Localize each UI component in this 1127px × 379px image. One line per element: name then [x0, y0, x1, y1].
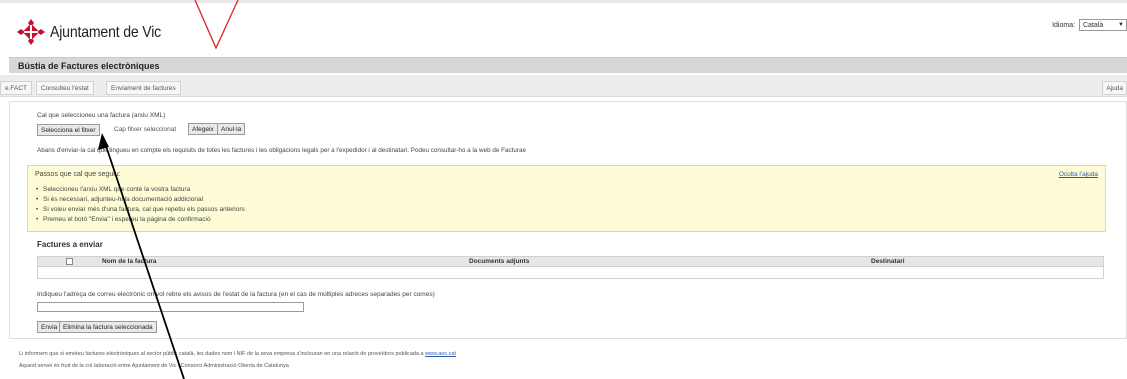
column-invoice-name[interactable]: Nom de la factura: [102, 258, 157, 265]
language-selector: Idioma: Català ▼: [1052, 19, 1127, 31]
page-title-bar: Bústia de Factures electròniques: [9, 57, 1127, 73]
invoices-section-title: Factures a enviar: [37, 240, 103, 249]
footer-collaboration: Aquest servei és fruit de la col·laborac…: [19, 363, 289, 369]
help-steps-list: Seleccioneu l'arxiu XML que conté la vos…: [36, 185, 245, 225]
send-button[interactable]: Envia: [37, 321, 62, 333]
tab-check-status[interactable]: Consulteu l'estat: [36, 81, 94, 95]
help-step: Seleccioneu l'arxiu XML que conté la vos…: [36, 185, 245, 195]
email-label: Indiqueu l'adreça de correu electrònic o…: [37, 291, 435, 298]
footer: Li informem que si emeteu factures elect…: [0, 345, 1127, 379]
table-header: Nom de la factura Documents adjunts Dest…: [38, 257, 1103, 267]
footer-notice-text: Li informem que si emeteu factures elect…: [19, 351, 424, 357]
help-step: Si voleu enviar més d'una factura, cal q…: [36, 205, 245, 215]
help-box-title: Passos que cal que seguiu:: [35, 171, 121, 178]
column-attachments[interactable]: Documents adjunts: [469, 258, 529, 265]
language-select[interactable]: Català ▼: [1079, 19, 1127, 31]
no-file-selected-text: Cap fitxer seleccionat: [114, 126, 177, 133]
delete-invoice-button[interactable]: Elimina la factura seleccionada: [59, 321, 157, 333]
help-step: Premeu el botó "Envia" i espereu la pàgi…: [36, 215, 245, 225]
language-value: Català: [1083, 22, 1104, 29]
tab-bar: e.FACT Consulteu l'estat Enviament de fa…: [0, 75, 1127, 97]
cancel-button[interactable]: Anul·la: [217, 123, 246, 135]
page-title: Bústia de Factures electròniques: [18, 61, 160, 71]
site-logo-text[interactable]: Ajuntament de Vic: [50, 24, 161, 42]
invoices-table: Nom de la factura Documents adjunts Dest…: [37, 256, 1104, 279]
help-tab[interactable]: Ajuda: [1102, 81, 1127, 95]
tab-send-invoices[interactable]: Enviament de factures: [106, 81, 181, 95]
dropdown-caret-icon: ▼: [1118, 22, 1124, 28]
add-button[interactable]: Afegeix: [188, 123, 218, 135]
upload-instruction: Cal que seleccioneu una factura (arxiu X…: [37, 112, 166, 119]
footer-notice: Li informem que si emeteu factures elect…: [19, 351, 456, 357]
legal-notice: Abans d'enviar-la cal que tingueu en com…: [37, 147, 526, 154]
help-step: Si és necessari, adjunteu-hi la document…: [36, 195, 245, 205]
city-logo-icon: [17, 19, 45, 45]
header: Ajuntament de Vic Idioma: Català ▼: [0, 3, 1127, 53]
email-input[interactable]: [37, 302, 304, 312]
hide-help-link[interactable]: Oculta l'ajuda: [1059, 171, 1098, 178]
select-all-checkbox[interactable]: [66, 258, 73, 265]
tab-efact[interactable]: e.FACT: [0, 81, 33, 95]
language-label: Idioma:: [1052, 22, 1076, 29]
help-box: Passos que cal que seguiu: Oculta l'ajud…: [27, 165, 1106, 232]
column-recipient[interactable]: Destinatari: [871, 258, 905, 265]
select-file-button[interactable]: Selecciona el fitxer: [37, 124, 100, 136]
aoc-link[interactable]: www.aoc.cat: [425, 351, 456, 357]
